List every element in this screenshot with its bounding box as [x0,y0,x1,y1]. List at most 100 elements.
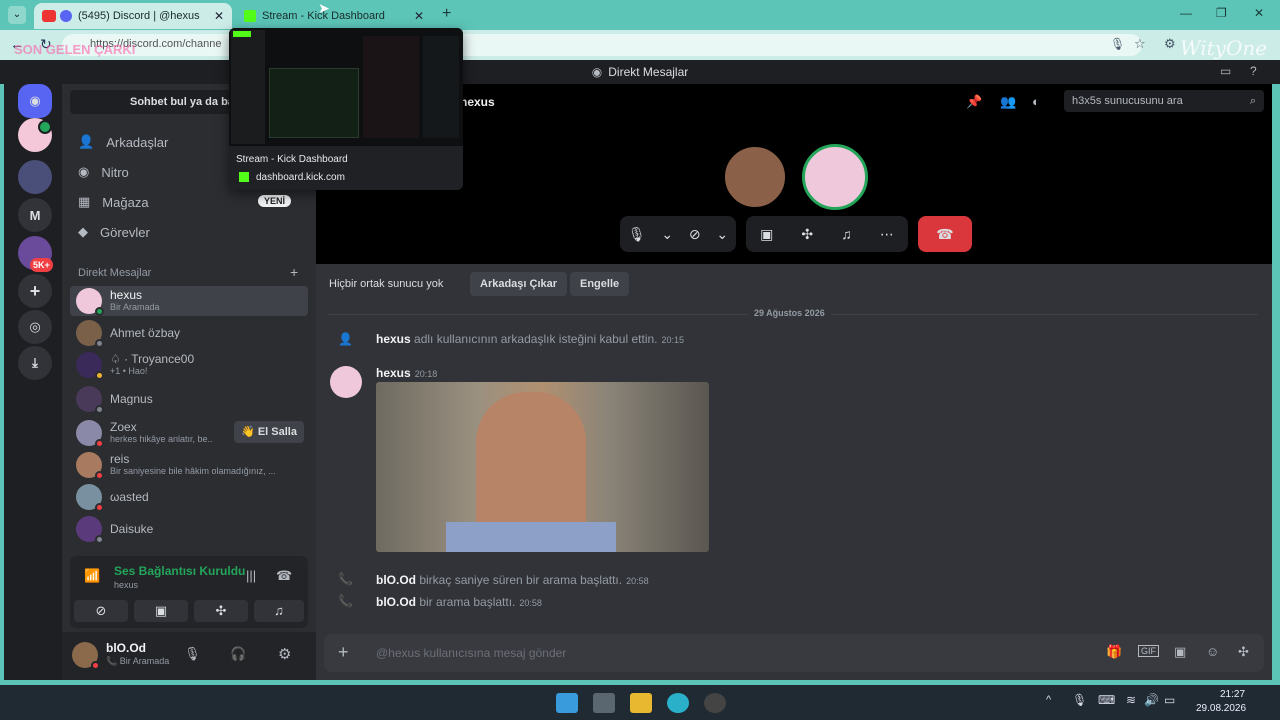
edge-browser-icon[interactable] [667,693,689,713]
create-dm-icon[interactable]: + [290,264,298,280]
file-explorer-icon[interactable] [630,693,652,713]
maximize-icon[interactable]: ❐ [1216,6,1227,20]
dm-list-item[interactable]: reis Bir saniyesine bile hâkim olamadığın… [70,450,308,480]
screen-share-icon[interactable]: ▣ [760,226,773,243]
task-view-icon[interactable] [593,693,615,713]
dm-list-item[interactable]: ωasted [70,482,308,512]
new-tab-icon[interactable]: + [442,5,451,23]
block-button[interactable]: Engelle [570,272,630,296]
message-author[interactable]: hexus [376,366,411,380]
mute-mic-icon[interactable]: 🎙 [184,646,201,662]
remove-friend-button[interactable]: Arkadaşı Çıkar [470,272,568,296]
battery-icon[interactable]: ▭ [1164,693,1175,707]
pin-icon[interactable]: 📌 [966,94,982,110]
message-author[interactable]: blO.Od [376,573,416,587]
activities-icon[interactable]: ✣ [801,226,813,243]
close-tab-icon[interactable]: ✕ [214,9,224,23]
gift-icon[interactable]: 🎁 [1106,644,1122,660]
sticker-icon[interactable]: ▣ [1174,644,1186,660]
tray-chevron-icon[interactable]: ^ [1046,694,1051,706]
soundboard-button[interactable]: ♫ [254,600,304,622]
gif-attachment[interactable] [376,382,709,552]
favorite-star-icon[interactable]: ☆ [1134,36,1146,52]
message-composer[interactable]: + @hexus kullanıcısına mesaj gönder 🎁 GI… [324,634,1264,672]
dm-list-item[interactable]: Ahmet özbay [70,318,308,348]
message-author[interactable]: hexus [376,332,411,346]
disconnect-icon[interactable]: ☎ [276,568,292,584]
dm-avatar [76,452,104,480]
tab-kick[interactable]: Stream - Kick Dashboard ✕ [236,3,432,29]
more-options-icon[interactable]: ⋯ [880,226,894,243]
volume-icon[interactable]: 🔊 [1144,693,1159,707]
user-avatar[interactable] [72,642,100,670]
mic-icon[interactable]: 🎙 [1110,37,1125,51]
nav-friends[interactable]: 👤 Arkadaşlar [78,134,168,150]
camera-off-button[interactable]: ⊘ [74,600,128,622]
url-field[interactable] [62,34,1142,56]
explore-icon[interactable]: ◎ [18,310,52,344]
dm-list-item[interactable]: ♤ · Troyance00 +1 • Hao! [70,350,308,380]
soundboard-icon[interactable]: ♫ [841,226,852,242]
home-discord-icon[interactable]: ◉ [18,84,52,118]
chevron-down-icon[interactable]: ⌄ [661,226,673,243]
server-list: ◉ M 5K+ + ◎ ⤓ [4,84,62,680]
help-icon[interactable]: ? [1250,64,1257,78]
close-tab-icon[interactable]: ✕ [414,9,424,23]
clock-time[interactable]: 21:27 [1220,689,1245,700]
screen-share-button[interactable]: ▣ [134,600,188,622]
message-avatar[interactable] [330,366,362,398]
dm-list-item[interactable]: Daisuke [70,514,308,544]
keyboard-icon[interactable]: ⌨ [1098,693,1115,707]
search-input[interactable]: h3x5s sunucusunu ara ⌕ [1064,90,1264,112]
settings-gear-icon[interactable]: ⚙ [278,645,291,663]
server-icon[interactable] [18,160,52,194]
dm-name: Zoex [110,421,137,434]
clock-date[interactable]: 29.08.2026 [1196,703,1246,714]
tab-discord[interactable]: (5495) Discord | @hexus ✕ [34,3,232,29]
recording-icon [42,10,56,22]
chevron-down-icon[interactable]: ⌄ [716,226,728,243]
dm-avatar [76,484,104,512]
window-title: Direkt Mesajlar [608,65,689,79]
watermark-logo: WityOne [1180,36,1268,60]
download-icon[interactable]: ⤓ [18,346,52,380]
status-dot [95,371,104,380]
wifi-icon[interactable]: ≋ [1126,693,1136,707]
browser-tab-bar: ⌄ (5495) Discord | @hexus ✕ Stream - Kic… [0,0,1280,30]
app-icon[interactable] [704,693,726,713]
extensions-icon[interactable]: ⚙ [1164,36,1176,52]
dm-avatar [76,420,104,448]
start-windows-icon[interactable] [556,693,578,713]
add-attachment-icon[interactable]: + [338,642,349,663]
profile-icon[interactable]: ◐ [1032,94,1040,109]
nav-shop[interactable]: ▦ Mağaza [78,194,149,210]
voice-status: Ses Bağlantısı Kuruldu [114,564,246,578]
deafen-icon[interactable]: 🎧 [230,646,246,662]
tab-actions-icon[interactable]: ⌄ [8,6,26,24]
inbox-icon[interactable]: ▭ [1220,64,1231,78]
leave-call-button[interactable]: ☎ [918,216,972,252]
dm-name: ωasted [110,491,149,503]
call-participant-avatar-speaking[interactable] [802,144,868,210]
add-friend-icon[interactable]: 👥 [1000,94,1016,110]
noise-suppression-icon[interactable]: ||| [246,568,256,583]
call-participant-avatar[interactable] [722,144,788,210]
dm-list-item[interactable]: Magnus [70,384,308,414]
dm-list-item[interactable]: hexus Bir Aramada [70,286,308,316]
mic-control[interactable]: 🎙 ⌄ ⊘ ⌄ [620,216,736,252]
emoji-icon[interactable]: ☺ [1206,644,1219,659]
add-server-icon[interactable]: + [18,274,52,308]
gif-icon[interactable]: GIF [1138,645,1159,657]
message-author[interactable]: blO.Od [376,595,416,609]
activities-button[interactable]: ✣ [194,600,248,622]
thumb-chart [269,68,359,138]
camera-off-icon[interactable]: ⊘ [689,226,701,243]
server-m[interactable]: M [18,198,52,232]
nav-nitro[interactable]: ◉ Nitro [78,164,129,180]
apps-icon[interactable]: ✣ [1238,644,1249,660]
wave-button[interactable]: 👋 El Salla [234,421,304,443]
nav-quests[interactable]: ◆ Görevler [78,224,150,240]
close-window-icon[interactable]: ✕ [1254,6,1264,20]
minimize-icon[interactable]: — [1180,6,1192,20]
tray-mic-icon[interactable]: 🎙 [1072,693,1087,707]
